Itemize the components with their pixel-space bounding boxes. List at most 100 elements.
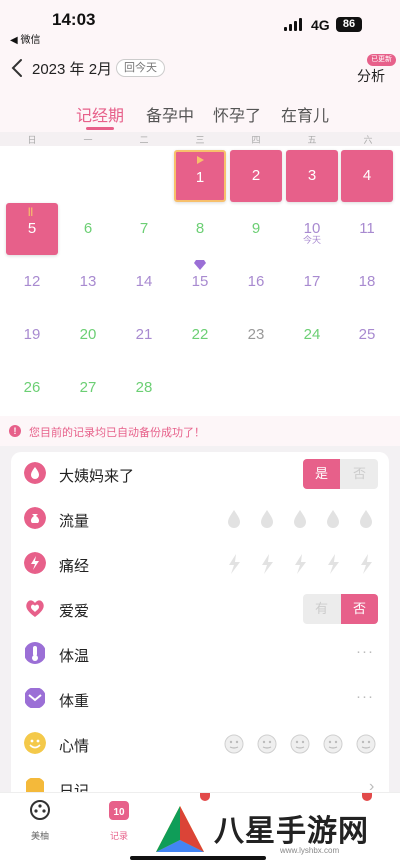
chevron-right-icon[interactable]: › bbox=[369, 778, 374, 792]
calendar-day-1[interactable]: 1 bbox=[174, 150, 226, 202]
calendar-day-number: 25 bbox=[358, 326, 376, 343]
mode-tabs: 记经期 备孕中 怀孕了 在育儿 bbox=[0, 90, 400, 132]
more-dots-icon[interactable]: ··· bbox=[356, 688, 374, 705]
record-row-diary[interactable]: 日记 › bbox=[11, 767, 389, 792]
record-label: 痛经 bbox=[59, 558, 90, 575]
tab-record[interactable]: 10 记录 bbox=[89, 799, 149, 842]
record-row-weight[interactable]: 体重 ··· bbox=[11, 677, 389, 722]
more-dots-icon[interactable]: ··· bbox=[356, 643, 374, 660]
back-to-wechat[interactable]: ◀ 微信 bbox=[10, 31, 40, 46]
calendar-day-21[interactable]: 21 bbox=[118, 309, 170, 361]
mood-face-icon[interactable] bbox=[223, 732, 245, 756]
calendar-day-number: 24 bbox=[303, 326, 321, 343]
battery-icon: 86 bbox=[336, 17, 362, 32]
flow-drop-icon[interactable] bbox=[289, 507, 311, 531]
calendar-day-number: 27 bbox=[79, 379, 97, 396]
note-icon bbox=[26, 778, 44, 792]
calendar-day-10[interactable]: 10 今天 bbox=[286, 203, 338, 255]
calendar-day-11[interactable]: 11 bbox=[341, 203, 393, 255]
record-label: 体温 bbox=[59, 648, 90, 665]
calendar-day-number: 8 bbox=[195, 220, 205, 237]
calendar-day-5[interactable]: 5 || bbox=[6, 203, 58, 255]
cramp-bolt-icon[interactable] bbox=[355, 552, 377, 576]
calendar-day-12[interactable]: 12 bbox=[6, 256, 58, 308]
yes-option[interactable]: 是 bbox=[303, 459, 340, 489]
calendar-day-2[interactable]: 2 bbox=[230, 150, 282, 202]
tab-trying[interactable]: 备孕中 bbox=[146, 102, 194, 126]
back-to-today-button[interactable]: 回今天 bbox=[116, 59, 165, 77]
weekday-label: 三 bbox=[195, 135, 205, 145]
record-label: 大姨妈来了 bbox=[59, 468, 135, 485]
cramp-bolt-icon[interactable] bbox=[322, 552, 344, 576]
analyze-badge: 已更新 bbox=[367, 54, 396, 66]
calendar-day-number: 13 bbox=[79, 273, 97, 290]
calendar-day-26[interactable]: 26 bbox=[6, 362, 58, 414]
mood-face-icon[interactable] bbox=[289, 732, 311, 756]
calendar-day-number: 16 bbox=[247, 273, 265, 290]
calendar-day-15[interactable]: 15 bbox=[174, 256, 226, 308]
flow-drop-icon[interactable] bbox=[256, 507, 278, 531]
calendar-day-number: 21 bbox=[135, 326, 153, 343]
backup-notice: ! 您目前的记录均已自动备份成功了！ bbox=[0, 416, 400, 446]
record-label: 心情 bbox=[59, 738, 90, 755]
calendar-day-23[interactable]: 23 bbox=[230, 309, 282, 361]
calendar-day-27[interactable]: 27 bbox=[62, 362, 114, 414]
no-option[interactable]: 否 bbox=[341, 459, 378, 489]
tab-period[interactable]: 记经期 bbox=[76, 102, 124, 126]
no-option[interactable]: 否 bbox=[341, 594, 378, 624]
drop-icon bbox=[24, 462, 46, 484]
status-time: 14:03 bbox=[52, 10, 96, 29]
cramp-bolt-icon[interactable] bbox=[256, 552, 278, 576]
calendar-day-28[interactable]: 28 bbox=[118, 362, 170, 414]
calendar-day-7[interactable]: 7 bbox=[118, 203, 170, 255]
tab-meiyou[interactable]: 美柚 bbox=[10, 799, 70, 842]
calendar-day-number: 7 bbox=[139, 220, 149, 237]
signal-icon bbox=[284, 18, 304, 31]
weekday-label: 二 bbox=[139, 135, 149, 145]
flow-drop-icon[interactable] bbox=[223, 507, 245, 531]
mood-selector bbox=[223, 732, 383, 756]
calendar-day-8[interactable]: 8 bbox=[174, 203, 226, 255]
calendar-day-22[interactable]: 22 bbox=[174, 309, 226, 361]
mood-face-icon[interactable] bbox=[355, 732, 377, 756]
calendar-day-number: 9 bbox=[251, 220, 261, 237]
calendar-day-3[interactable]: 3 bbox=[286, 150, 338, 202]
calendar-day-20[interactable]: 20 bbox=[62, 309, 114, 361]
calendar-day-17[interactable]: 17 bbox=[286, 256, 338, 308]
active-tab-indicator bbox=[86, 127, 114, 130]
record-label: 爱爱 bbox=[59, 603, 90, 620]
calendar-day-25[interactable]: 25 bbox=[341, 309, 393, 361]
mood-face-icon[interactable] bbox=[256, 732, 278, 756]
yes-option[interactable]: 有 bbox=[303, 594, 340, 624]
calendar-day-19[interactable]: 19 bbox=[6, 309, 58, 361]
record-row-temperature[interactable]: 体温 ··· bbox=[11, 632, 389, 677]
calendar-day-16[interactable]: 16 bbox=[230, 256, 282, 308]
flow-drop-icon[interactable] bbox=[355, 507, 377, 531]
watermark-url: www.lyshbx.com bbox=[280, 846, 340, 855]
calendar-day-number: 5 bbox=[27, 220, 37, 237]
cramp-bolt-icon[interactable] bbox=[223, 552, 245, 576]
calendar-day-9[interactable]: 9 bbox=[230, 203, 282, 255]
status-bar: 14:03 ◀ 微信 4G 86 bbox=[0, 0, 400, 46]
ovulation-day-icon bbox=[194, 260, 206, 270]
calendar-day-14[interactable]: 14 bbox=[118, 256, 170, 308]
mood-face-icon[interactable] bbox=[322, 732, 344, 756]
period-start-flag-icon bbox=[197, 156, 204, 164]
tab-parenting[interactable]: 在育儿 bbox=[281, 102, 329, 126]
calendar-day-24[interactable]: 24 bbox=[286, 309, 338, 361]
calendar-day-18[interactable]: 18 bbox=[341, 256, 393, 308]
calendar-day-13[interactable]: 13 bbox=[62, 256, 114, 308]
cramp-bolt-icon[interactable] bbox=[289, 552, 311, 576]
record-row-mood: 心情 bbox=[11, 722, 389, 767]
calendar-day-4[interactable]: 4 bbox=[341, 150, 393, 202]
flow-drop-icon[interactable] bbox=[322, 507, 344, 531]
record-label: 日记 bbox=[59, 783, 90, 792]
month-title[interactable]: 2023 年 2月 bbox=[32, 58, 112, 79]
calendar-day-6[interactable]: 6 bbox=[62, 203, 114, 255]
tab-pregnant[interactable]: 怀孕了 bbox=[213, 102, 261, 126]
flow-level-selector bbox=[223, 507, 383, 531]
analyze-button[interactable]: 分析 bbox=[357, 66, 385, 86]
lightning-icon bbox=[24, 552, 46, 574]
heart-icon bbox=[26, 600, 44, 617]
back-arrow-icon[interactable] bbox=[10, 57, 24, 79]
